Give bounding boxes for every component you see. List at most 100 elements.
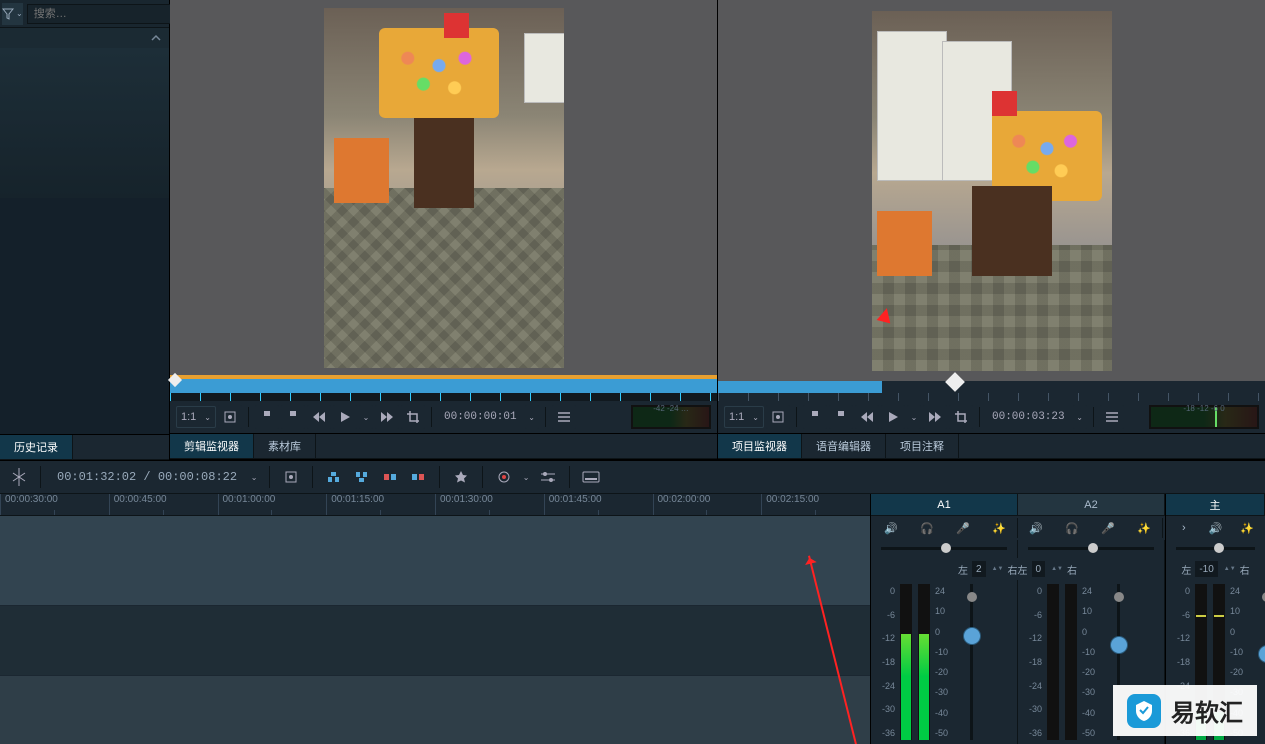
filter-button[interactable]: ⌄ <box>2 3 23 25</box>
ruler-mark: 00:00:45:00 <box>109 494 218 515</box>
timeline[interactable]: 00:00:30:00 00:00:45:00 00:01:00:00 00:0… <box>0 494 870 744</box>
speaker-icon[interactable]: 🔊 <box>883 520 899 536</box>
db-scale-right: 24100-10-20-30-40-50 <box>935 584 957 740</box>
sidebar: ⌄ 历史记录 <box>0 0 170 460</box>
fader-master[interactable] <box>1259 646 1265 662</box>
arrange-1-icon[interactable] <box>321 464 347 490</box>
timecode-dropdown[interactable]: ⌄ <box>525 405 539 429</box>
play-dropdown[interactable]: ⌄ <box>359 405 373 429</box>
headphone-icon[interactable]: 🎧 <box>1064 520 1080 536</box>
pan-knob-master[interactable] <box>1214 543 1224 553</box>
sidebar-body <box>0 48 169 434</box>
play-button-r[interactable] <box>881 405 905 429</box>
fullframe-button-r[interactable] <box>766 405 790 429</box>
split-button[interactable] <box>6 464 32 490</box>
record-icon[interactable] <box>491 464 517 490</box>
level-meter-a1-r <box>918 584 930 740</box>
record-dropdown[interactable]: ⌄ <box>519 464 533 490</box>
wand-icon[interactable]: ✨ <box>1239 520 1255 536</box>
star-icon[interactable] <box>448 464 474 490</box>
watermark-text: 易软汇 <box>1171 693 1243 728</box>
audio-track[interactable] <box>0 606 870 676</box>
level-meter-a2-l <box>1047 584 1059 740</box>
audio-meter-left: -42 -24 … <box>631 405 711 429</box>
crop-button[interactable] <box>401 405 425 429</box>
forward-button[interactable] <box>375 405 399 429</box>
rewind-button[interactable] <box>307 405 331 429</box>
crop-button-r[interactable] <box>949 405 973 429</box>
menu-button[interactable] <box>552 405 576 429</box>
rewind-button-r[interactable] <box>855 405 879 429</box>
pan-value-a2[interactable]: 0 <box>1032 561 1046 577</box>
tab-project-notes[interactable]: 项目注释 <box>886 434 959 458</box>
timecode-left[interactable]: 00:00:00:01 <box>438 411 523 423</box>
timecode-right[interactable]: 00:00:03:23 <box>986 411 1071 423</box>
subtitle-icon[interactable] <box>578 464 604 490</box>
fader-a1[interactable] <box>964 628 980 644</box>
fader-a2[interactable] <box>1111 637 1127 653</box>
aspect-dropdown[interactable]: 1:1⌄ <box>176 406 216 428</box>
db-scale-left: 0-6-12-18-24-30-36 <box>1020 584 1042 740</box>
watermark-icon <box>1127 694 1161 728</box>
pan-value-master[interactable]: -10 <box>1195 561 1217 577</box>
ruler-mark: 00:01:15:00 <box>326 494 435 515</box>
wand-icon[interactable]: ✨ <box>991 520 1007 536</box>
speaker-icon[interactable]: 🔊 <box>1028 520 1044 536</box>
play-dropdown-r[interactable]: ⌄ <box>907 405 921 429</box>
play-button[interactable] <box>333 405 357 429</box>
ruler-mark: 00:02:00:00 <box>653 494 762 515</box>
level-meter-a2-r <box>1065 584 1077 740</box>
clip-monitor: 1:1⌄ ⌄ 00:00:00:01 ⌄ -42 -24 … 剪辑监视器 素材库 <box>170 0 718 460</box>
ruler-mark: 00:02:15:00 <box>761 494 870 515</box>
mark-out-button[interactable] <box>281 405 305 429</box>
scrub-bar-right[interactable] <box>718 381 1265 393</box>
favorite-icon[interactable] <box>278 464 304 490</box>
pan-value-a1[interactable]: 2 <box>972 561 986 577</box>
pan-knob-a2[interactable] <box>1088 543 1098 553</box>
mic-icon[interactable]: 🎤 <box>1100 520 1116 536</box>
scrub-bar-left[interactable] <box>170 379 717 393</box>
expand-icon[interactable]: › <box>1176 520 1192 536</box>
tab-clip-monitor[interactable]: 剪辑监视器 <box>170 434 254 458</box>
watermark: 易软汇 <box>1113 685 1257 736</box>
ruler-mark: 00:01:30:00 <box>435 494 544 515</box>
video-preview-left <box>324 8 564 368</box>
mixer-tab-master[interactable]: 主 <box>1166 494 1265 515</box>
mixer-tab-a1[interactable]: A1 <box>871 494 1018 515</box>
pan-knob-a1[interactable] <box>941 543 951 553</box>
ruler-mark: 00:01:45:00 <box>544 494 653 515</box>
collapse-panel-button[interactable] <box>0 28 169 48</box>
tab-history[interactable]: 历史记录 <box>0 435 73 459</box>
arrange-4-icon[interactable] <box>405 464 431 490</box>
mark-in-button[interactable] <box>255 405 279 429</box>
arrange-2-icon[interactable] <box>349 464 375 490</box>
mark-out-button-r[interactable] <box>829 405 853 429</box>
db-scale-right: 24100-10-20-30-40-50 <box>1082 584 1104 740</box>
mark-in-button-r[interactable] <box>803 405 827 429</box>
mic-icon[interactable]: 🎤 <box>955 520 971 536</box>
search-input[interactable] <box>27 4 183 24</box>
wand-icon[interactable]: ✨ <box>1136 520 1152 536</box>
forward-button-r[interactable] <box>923 405 947 429</box>
ruler-mark: 00:00:30:00 <box>0 494 109 515</box>
fullframe-button[interactable] <box>218 405 242 429</box>
db-scale-left: 0-6-12-18-24-30-36 <box>873 584 895 740</box>
tab-asset-library[interactable]: 素材库 <box>254 434 316 458</box>
arrange-3-icon[interactable] <box>377 464 403 490</box>
video-track[interactable] <box>0 516 870 606</box>
timeline-ruler[interactable]: 00:00:30:00 00:00:45:00 00:01:00:00 00:0… <box>0 494 870 516</box>
project-monitor: 1:1⌄ ⌄ 00:00:03:23 ⌄ -18 -12 -6 0 项目监视器 … <box>718 0 1265 460</box>
audio-meter-right: -18 -12 -6 0 <box>1149 405 1259 429</box>
settings-icon[interactable] <box>535 464 561 490</box>
tab-project-monitor[interactable]: 项目监视器 <box>718 434 802 458</box>
tl-dropdown[interactable]: ⌄ <box>247 464 261 490</box>
timecode-dropdown-r[interactable]: ⌄ <box>1073 405 1087 429</box>
timeline-position[interactable]: 00:01:32:02 / 00:00:08:22 <box>49 470 245 484</box>
video-preview-right <box>872 11 1112 371</box>
aspect-dropdown-r[interactable]: 1:1⌄ <box>724 406 764 428</box>
tab-voice-editor[interactable]: 语音编辑器 <box>802 434 886 458</box>
mixer-tab-a2[interactable]: A2 <box>1018 494 1165 515</box>
menu-button-r[interactable] <box>1100 405 1124 429</box>
headphone-icon[interactable]: 🎧 <box>919 520 935 536</box>
speaker-icon[interactable]: 🔊 <box>1207 520 1223 536</box>
